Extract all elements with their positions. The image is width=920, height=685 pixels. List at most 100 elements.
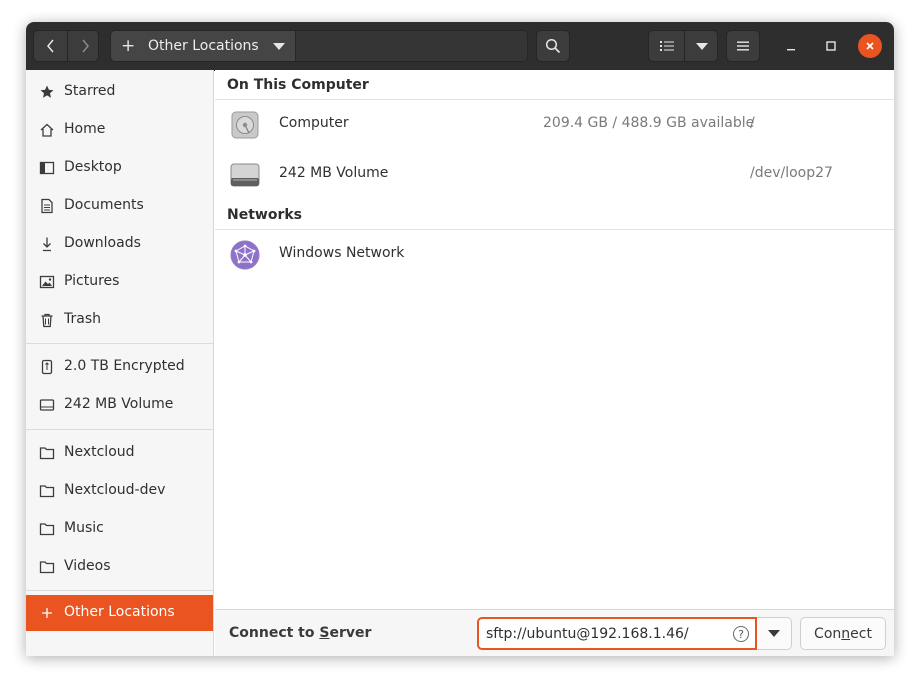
caret-down-icon: [273, 43, 285, 50]
folder-icon: [39, 445, 55, 461]
sidebar-item-nextcloud-dev[interactable]: Nextcloud-dev: [26, 472, 213, 510]
places-sidebar: Starred Home Desktop Documents Downloads…: [26, 70, 214, 656]
sidebar-item-label: Desktop: [64, 159, 122, 175]
path-button-other-locations[interactable]: + Other Locations: [111, 31, 296, 61]
sidebar-item-label: Documents: [64, 197, 144, 213]
caret-down-icon: [695, 42, 708, 50]
search-icon: [545, 38, 561, 54]
hamburger-menu-icon: [737, 41, 749, 51]
sidebar-item-label: Downloads: [64, 235, 141, 251]
disk-space-available: 209.4 GB / 488.9 GB available: [543, 115, 755, 131]
close-icon: [866, 42, 874, 50]
sidebar-item-label: Videos: [64, 558, 111, 574]
sidebar-item-label: 2.0 TB Encrypted: [64, 358, 185, 374]
sidebar-separator: [26, 429, 213, 430]
connect-label-prefix: Connect to: [229, 625, 320, 641]
drive-icon: [230, 163, 260, 187]
location-name: 242 MB Volume: [279, 165, 389, 181]
view-toggle-group: [648, 30, 718, 62]
sidebar-item-label: Other Locations: [64, 604, 175, 620]
sidebar-item-trash[interactable]: Trash: [26, 301, 213, 339]
sidebar-item-volume[interactable]: 242 MB Volume: [26, 386, 213, 424]
connect-label-mnemonic: S: [319, 625, 330, 641]
sidebar-item-label: Trash: [64, 311, 101, 327]
sidebar-item-other-locations[interactable]: Other Locations: [26, 595, 213, 631]
sidebar-item-videos[interactable]: Videos: [26, 548, 213, 586]
sidebar-item-pictures[interactable]: Pictures: [26, 263, 213, 301]
list-view-icon: [659, 41, 674, 51]
sidebar-item-home[interactable]: Home: [26, 111, 213, 149]
plus-icon: [39, 605, 55, 621]
maximize-button[interactable]: [819, 34, 843, 58]
location-path-bar[interactable]: + Other Locations: [110, 30, 528, 62]
header-bar: + Other Locations: [26, 22, 894, 71]
connect-button-mnemonic: n: [841, 625, 851, 642]
star-icon: [39, 84, 55, 100]
server-address-input[interactable]: [477, 617, 757, 650]
close-button[interactable]: [858, 34, 882, 58]
desktop-icon: [39, 160, 55, 176]
maximize-icon: [826, 41, 836, 51]
connect-button-prefix: Con: [814, 625, 842, 642]
view-options-dropdown[interactable]: [684, 31, 718, 61]
network-globe-icon: [230, 240, 260, 270]
document-icon: [39, 198, 55, 214]
sidebar-item-label: 242 MB Volume: [64, 396, 174, 412]
connect-to-server-label: Connect to Server: [229, 625, 371, 641]
sidebar-item-label: Music: [64, 520, 104, 536]
connect-to-server-bar: Connect to Server ? Connect: [215, 609, 894, 656]
folder-icon: [39, 559, 55, 575]
search-button[interactable]: [536, 30, 570, 62]
download-icon: [39, 236, 55, 252]
drive-icon: [39, 397, 55, 413]
sidebar-item-desktop[interactable]: Desktop: [26, 149, 213, 187]
sidebar-item-documents[interactable]: Documents: [26, 187, 213, 225]
hard-disk-icon: [231, 111, 259, 139]
picture-icon: [39, 274, 55, 290]
hamburger-menu-button[interactable]: [726, 30, 760, 62]
file-manager-window: + Other Locations Starred Home Desktop D…: [26, 22, 894, 656]
sidebar-item-starred[interactable]: Starred: [26, 73, 213, 111]
sidebar-item-nextcloud[interactable]: Nextcloud: [26, 434, 213, 472]
section-heading-networks: Networks: [227, 207, 303, 223]
help-icon[interactable]: ?: [733, 626, 749, 642]
path-button-label: Other Locations: [148, 38, 259, 54]
folder-icon: [39, 483, 55, 499]
navigation-buttons: [33, 30, 99, 62]
plus-icon: +: [121, 36, 136, 56]
sidebar-item-downloads[interactable]: Downloads: [26, 225, 213, 263]
sidebar-separator: [26, 590, 213, 591]
section-heading-on-this-computer: On This Computer: [227, 77, 369, 93]
folder-icon: [39, 521, 55, 537]
back-button[interactable]: [34, 31, 67, 61]
chevron-right-icon: [81, 39, 89, 53]
section-divider: [215, 99, 894, 100]
caret-down-icon: [768, 630, 780, 637]
connect-button[interactable]: Con n ect: [800, 617, 886, 650]
other-locations-view: On This Computer Computer 209.4 GB / 488…: [215, 70, 894, 610]
list-view-button[interactable]: [649, 31, 684, 61]
sidebar-separator: [26, 343, 213, 344]
sidebar-item-label: Starred: [64, 83, 116, 99]
usb-drive-icon: [39, 359, 55, 375]
sidebar-item-label: Home: [64, 121, 106, 137]
chevron-left-icon: [46, 39, 54, 53]
location-row-volume[interactable]: 242 MB Volume /dev/loop27: [215, 151, 894, 199]
forward-button[interactable]: [67, 31, 101, 61]
location-row-computer[interactable]: Computer 209.4 GB / 488.9 GB available /: [215, 101, 894, 149]
location-name: Windows Network: [279, 245, 405, 261]
sidebar-item-encrypted-drive[interactable]: 2.0 TB Encrypted: [26, 348, 213, 386]
home-icon: [39, 122, 55, 138]
trash-icon: [39, 312, 55, 328]
sidebar-item-label: Pictures: [64, 273, 120, 289]
connect-label-rest: erver: [329, 625, 372, 641]
sidebar-item-label: Nextcloud: [64, 444, 135, 460]
sidebar-item-label: Nextcloud-dev: [64, 482, 166, 498]
location-row-windows-network[interactable]: Windows Network: [215, 231, 894, 279]
minimize-button[interactable]: [779, 34, 803, 58]
connect-button-rest: ect: [850, 625, 872, 642]
sidebar-item-music[interactable]: Music: [26, 510, 213, 548]
minimize-icon: [787, 49, 795, 51]
mount-path: /: [750, 115, 755, 131]
recent-servers-dropdown[interactable]: [757, 617, 792, 650]
